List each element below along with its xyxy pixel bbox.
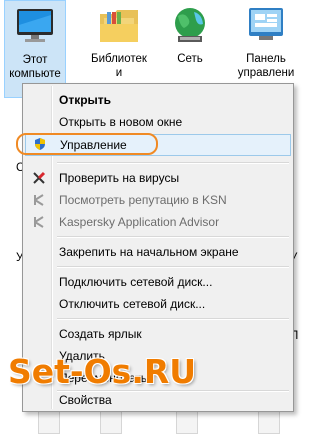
menu-item-pin-start[interactable]: Закрепить на начальном экране: [25, 242, 291, 262]
kaspersky-icon: [34, 194, 44, 206]
menu-item-kaspersky-advisor[interactable]: Kaspersky Application Advisor: [25, 212, 291, 232]
menu-separator: [57, 266, 289, 268]
menu-item-label: Открыть в новом окне: [59, 115, 183, 129]
kaspersky-scan-icon: [33, 171, 46, 184]
menu-separator: [57, 236, 289, 238]
menu-item-label: Свойства: [59, 393, 112, 407]
menu-separator: [57, 318, 289, 320]
tile-label-line1: Панель: [246, 53, 286, 65]
menu-item-label: Подключить сетевой диск...: [59, 275, 213, 289]
menu-item-label: Проверить на вирусы: [59, 171, 180, 185]
menu-item-open-new-window[interactable]: Открыть в новом окне: [25, 112, 291, 132]
manage-highlight-outline: [16, 133, 158, 155]
menu-item-create-shortcut[interactable]: Создать ярлык: [25, 324, 291, 344]
tile-label-line2: компьюте: [9, 68, 61, 80]
folder-icon: [100, 10, 138, 42]
tile-label-line1: Библиотек: [91, 53, 147, 65]
menu-item-label: Закрепить на начальном экране: [59, 245, 239, 259]
site-watermark: Set-Os.RU: [8, 352, 197, 391]
computer-icon: [17, 9, 53, 42]
menu-separator: [57, 162, 289, 164]
menu-item-label: Открыть: [59, 93, 112, 107]
menu-item-properties[interactable]: Свойства: [25, 390, 291, 410]
tile-label-line2: и: [115, 67, 123, 79]
menu-item-label: Отключить сетевой диск...: [59, 297, 206, 311]
menu-item-label: Kaspersky Application Advisor: [59, 215, 220, 229]
tile-label-line2: управлени: [237, 67, 295, 79]
menu-item-disconnect-network-drive[interactable]: Отключить сетевой диск...: [25, 294, 291, 314]
menu-item-label: Посмотреть репутацию в KSN: [59, 193, 227, 207]
menu-item-check-reputation[interactable]: Посмотреть репутацию в KSN: [25, 190, 291, 210]
menu-item-label: Создать ярлык: [59, 327, 142, 341]
tile-label-line1: Сеть: [177, 53, 203, 65]
control-panel-icon: [249, 8, 283, 40]
tile-label-line1: Этот: [22, 54, 48, 66]
kaspersky-icon: [34, 216, 44, 228]
menu-item-open[interactable]: Открыть: [25, 90, 291, 110]
menu-item-map-network-drive[interactable]: Подключить сетевой диск...: [25, 272, 291, 292]
menu-item-scan-viruses[interactable]: Проверить на вирусы: [25, 168, 291, 188]
globe-network-icon: [175, 8, 205, 42]
